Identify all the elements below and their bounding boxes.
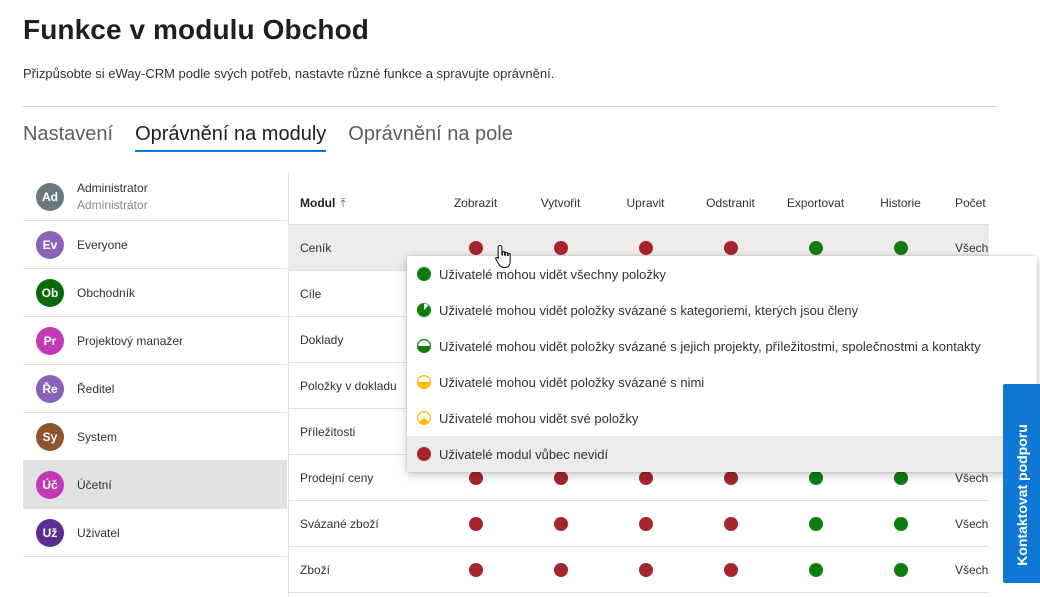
role-name: Uživatel bbox=[77, 525, 120, 540]
module-name: Zboží bbox=[300, 562, 331, 577]
red-permission-dot-icon[interactable] bbox=[468, 516, 483, 531]
module-name: Ceník bbox=[300, 240, 332, 255]
page-subtitle: Přizpůsobte si eWay-CRM podle svých potř… bbox=[23, 66, 555, 81]
red-permission-dot-icon[interactable] bbox=[468, 470, 483, 485]
red-permission-dot-icon[interactable] bbox=[638, 516, 653, 531]
red-permission-dot-icon[interactable] bbox=[723, 470, 738, 485]
count-cell[interactable]: Všech bbox=[943, 563, 989, 577]
avatar: Pr bbox=[36, 326, 64, 355]
role-item-uzivatel[interactable]: Už Uživatel bbox=[23, 509, 287, 557]
hand-cursor-icon bbox=[495, 244, 511, 269]
column-header-delete: Odstranit bbox=[706, 196, 755, 210]
tab-bar: Nastavení Oprávnění na moduly Oprávnění … bbox=[23, 122, 535, 154]
green-permission-dot-icon[interactable] bbox=[808, 562, 823, 577]
column-header-create: Vytvořit bbox=[540, 196, 581, 210]
red-permission-dot-icon[interactable] bbox=[723, 562, 738, 577]
option-own-items[interactable]: Uživatelé mohou vidět své položky bbox=[407, 400, 1037, 436]
green-permission-dot-icon[interactable] bbox=[893, 240, 908, 255]
red-permission-dot-icon[interactable] bbox=[638, 562, 653, 577]
count-cell[interactable]: Všech bbox=[943, 471, 989, 485]
role-item-projektovy-manazer[interactable]: Pr Projektový manažer bbox=[23, 317, 287, 365]
avatar: Ob bbox=[36, 278, 64, 307]
green-permission-dot-icon[interactable] bbox=[808, 240, 823, 255]
role-name: Účetní bbox=[77, 477, 112, 492]
partial-yellow-circle-icon bbox=[417, 411, 431, 425]
role-list: Ad Administrator Administrátor Ev Everyo… bbox=[23, 173, 287, 557]
option-category-items[interactable]: Uživatelé mohou vidět položky svázané s … bbox=[407, 292, 1037, 328]
count-cell[interactable]: Všech bbox=[943, 241, 989, 255]
avatar: Ev bbox=[36, 230, 64, 259]
avatar: Úč bbox=[36, 470, 64, 499]
green-permission-dot-icon[interactable] bbox=[808, 516, 823, 531]
role-item-reditel[interactable]: Ře Ředitel bbox=[23, 365, 287, 413]
green-permission-dot-icon[interactable] bbox=[808, 470, 823, 485]
tab-module-permissions[interactable]: Oprávnění na moduly bbox=[135, 122, 327, 152]
role-name: Ředitel bbox=[77, 381, 115, 396]
role-item-system[interactable]: Sy System bbox=[23, 413, 287, 461]
red-permission-dot-icon[interactable] bbox=[468, 240, 483, 255]
module-name: Prodejní ceny bbox=[300, 470, 374, 485]
option-linked-items[interactable]: Uživatelé mohou vidět položky svázané s … bbox=[407, 364, 1037, 400]
role-subtitle: Administrátor bbox=[77, 198, 148, 212]
role-name: Projektový manažer bbox=[77, 333, 184, 348]
red-permission-dot-icon[interactable] bbox=[723, 516, 738, 531]
red-permission-dot-icon[interactable] bbox=[553, 516, 568, 531]
green-permission-dot-icon[interactable] bbox=[893, 562, 908, 577]
column-header-module[interactable]: Modul ⤒ bbox=[288, 196, 433, 211]
role-name: Administrator bbox=[77, 181, 148, 195]
count-cell[interactable]: Všech bbox=[943, 517, 989, 531]
column-header-history: Historie bbox=[880, 196, 921, 210]
role-name: Everyone bbox=[77, 237, 128, 252]
table-row: Svázané zboží Všech bbox=[288, 501, 989, 547]
red-permission-dot-icon[interactable] bbox=[638, 470, 653, 485]
red-permission-dot-icon[interactable] bbox=[468, 562, 483, 577]
red-permission-dot-icon[interactable] bbox=[553, 240, 568, 255]
role-item-ucetni[interactable]: Úč Účetní bbox=[23, 461, 287, 509]
option-related-items[interactable]: Uživatelé mohou vidět položky svázané s … bbox=[407, 328, 1037, 364]
half-green-circle-icon bbox=[417, 339, 431, 353]
red-circle-icon bbox=[417, 447, 431, 461]
tab-field-permissions[interactable]: Oprávnění na pole bbox=[348, 122, 513, 152]
column-header-export: Exportovat bbox=[786, 196, 845, 210]
view-permission-dropdown: Uživatelé mohou vidět všechny položky Už… bbox=[407, 256, 1037, 472]
header-divider bbox=[23, 106, 997, 107]
module-name: Svázané zboží bbox=[300, 516, 379, 531]
column-header-view: Zobrazit bbox=[453, 196, 498, 210]
mostly-green-circle-icon bbox=[417, 303, 431, 317]
role-item-administrator[interactable]: Ad Administrator Administrátor bbox=[23, 173, 287, 221]
contact-support-button[interactable]: Kontaktovat podporu bbox=[1003, 384, 1040, 583]
role-name: Obchodník bbox=[77, 285, 136, 300]
table-row: Zboží Všech bbox=[288, 547, 989, 593]
green-permission-dot-icon[interactable] bbox=[893, 470, 908, 485]
avatar: Sy bbox=[36, 422, 64, 451]
full-green-circle-icon bbox=[417, 267, 431, 281]
avatar: Ad bbox=[36, 182, 64, 211]
role-name: System bbox=[77, 429, 118, 444]
column-header-count: Počet bbox=[955, 196, 986, 210]
sort-ascending-icon[interactable]: ⤒ bbox=[340, 196, 345, 211]
column-header-edit: Upravit bbox=[626, 196, 665, 210]
role-item-obchodnik[interactable]: Ob Obchodník bbox=[23, 269, 287, 317]
red-permission-dot-icon[interactable] bbox=[723, 240, 738, 255]
half-yellow-circle-icon bbox=[417, 375, 431, 389]
red-permission-dot-icon[interactable] bbox=[638, 240, 653, 255]
avatar: Už bbox=[36, 518, 64, 547]
role-item-everyone[interactable]: Ev Everyone bbox=[23, 221, 287, 269]
option-no-access[interactable]: Uživatelé modul vůbec nevidí bbox=[407, 436, 1037, 472]
tab-settings[interactable]: Nastavení bbox=[23, 122, 113, 152]
red-permission-dot-icon[interactable] bbox=[553, 562, 568, 577]
avatar: Ře bbox=[36, 374, 64, 403]
page-title: Funkce v modulu Obchod bbox=[23, 14, 369, 45]
green-permission-dot-icon[interactable] bbox=[893, 516, 908, 531]
grid-header: Modul ⤒ Zobrazit Vytvořit Upravit Odstran… bbox=[288, 182, 989, 225]
red-permission-dot-icon[interactable] bbox=[553, 470, 568, 485]
